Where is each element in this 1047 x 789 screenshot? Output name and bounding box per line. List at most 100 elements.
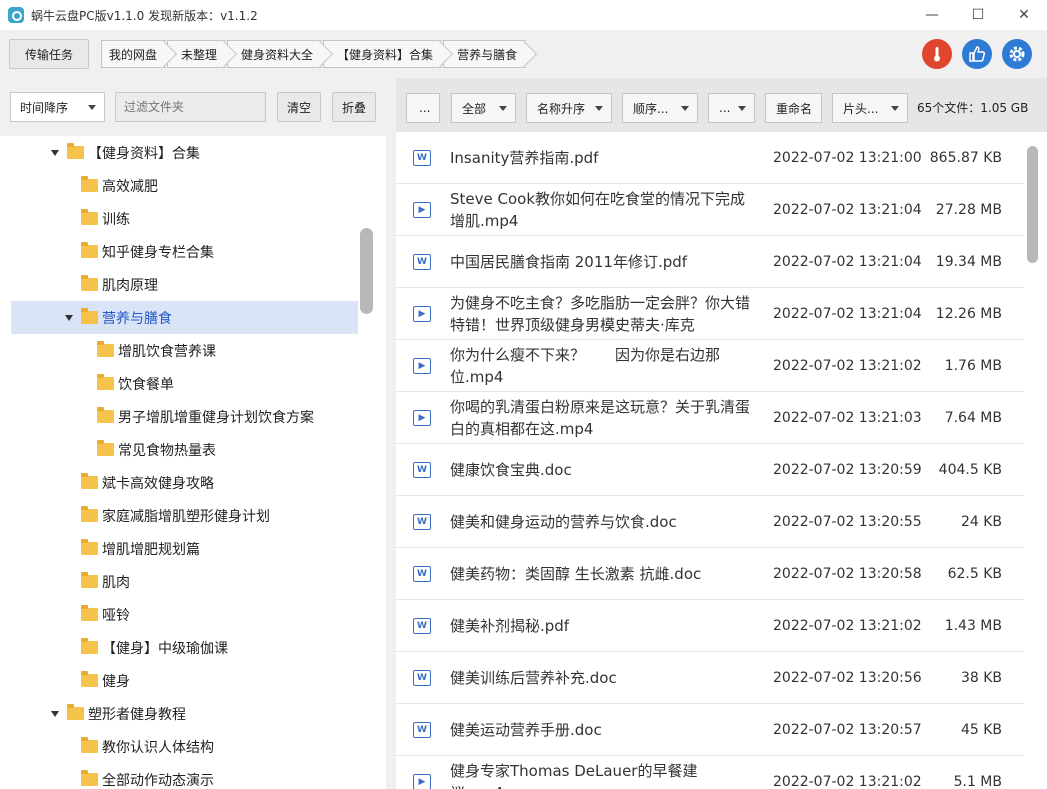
tree-item-label: 营养与膳食	[102, 310, 172, 327]
tree-item-label: 饮食餐单	[118, 376, 174, 393]
file-row[interactable]: ▶ 你喝的乳清蛋白粉原来是这玩意？关于乳清蛋白的真相都在这.mp4 2022-07-…	[396, 392, 1024, 444]
tree-item-label: 塑形者健身教程	[88, 706, 186, 723]
rename-button[interactable]: 重命名	[765, 93, 822, 123]
breadcrumb-item[interactable]: 【健身资料】合集	[323, 40, 443, 68]
more-button[interactable]: ...	[406, 93, 440, 123]
tree-item[interactable]: 训练	[11, 202, 358, 235]
word-icon: W	[413, 514, 431, 530]
file-row[interactable]: W 中国居民膳食指南 2011年修订.pdf 2022-07-02 13:21:04…	[396, 236, 1024, 288]
folder-tools: 时间降序 清空 折叠	[0, 78, 386, 136]
file-row[interactable]: ▶ Steve Cook教你如何在吃食堂的情况下完成增肌.mp4 2022-07-0…	[396, 184, 1024, 236]
tree-item[interactable]: 哑铃	[11, 598, 358, 631]
file-name: 健美药物：类固醇 生长激素 抗雌.doc	[450, 565, 702, 583]
file-name: 健康饮食宝典.doc	[450, 461, 572, 479]
caret-down-icon	[499, 106, 507, 111]
tree-item[interactable]: 增肌饮食营养课	[11, 334, 358, 367]
tree-item[interactable]: 营养与膳食	[11, 301, 358, 334]
file-name: 健美训练后营养补充.doc	[450, 669, 617, 687]
folder-icon	[81, 308, 98, 324]
file-name: 中国居民膳食指南 2011年修订.pdf	[450, 253, 688, 271]
file-type-select[interactable]: 全部	[451, 93, 516, 123]
file-list-scrollbar[interactable]	[1027, 146, 1038, 263]
file-row[interactable]: W 健康饮食宝典.doc 2022-07-02 13:20:59 404.5 KB	[396, 444, 1024, 496]
breadcrumb-item[interactable]: 我的网盘	[101, 40, 167, 68]
file-row[interactable]: W 健美补剂揭秘.pdf 2022-07-02 13:21:02 1.43 MB	[396, 600, 1024, 652]
file-name: Steve Cook教你如何在吃食堂的情况下完成增肌.mp4	[450, 190, 746, 230]
file-date: 2022-07-02 13:21:04	[773, 254, 922, 270]
folder-sort-select[interactable]: 时间降序	[10, 92, 105, 122]
transfer-tasks-button[interactable]: 传输任务	[9, 39, 89, 69]
file-name: 健美和健身运动的营养与饮食.doc	[450, 513, 677, 531]
file-row[interactable]: W 健美运动营养手册.doc 2022-07-02 13:20:57 45 KB	[396, 704, 1024, 756]
folder-icon	[81, 737, 98, 753]
tree-item[interactable]: 肌肉	[11, 565, 358, 598]
file-row[interactable]: W Insanity营养指南.pdf 2022-07-02 13:21:00 865.…	[396, 132, 1024, 184]
tree-item-label: 常见食物热量表	[118, 442, 216, 459]
file-size: 38 KB	[960, 670, 1002, 686]
window-title: 蜗牛云盘PC版v1.1.0 发现新版本：v1.1.2	[31, 8, 258, 23]
file-date: 2022-07-02 13:20:56	[773, 670, 922, 686]
file-size: 12.26 MB	[935, 306, 1002, 322]
folder-icon	[81, 572, 98, 588]
tree-item[interactable]: 斌卡高效健身攻略	[11, 466, 358, 499]
tree-item[interactable]: 男子增肌增重健身计划饮食方案	[11, 400, 358, 433]
breadcrumb-item[interactable]: 健身资料大全	[227, 40, 323, 68]
tree-item[interactable]: 高效减肥	[11, 169, 358, 202]
tree-item[interactable]: 教你认识人体结构	[11, 730, 358, 763]
tree-item-label: 全部动作动态演示	[102, 772, 214, 789]
file-name: 健美运动营养手册.doc	[450, 721, 602, 739]
folder-icon	[67, 143, 84, 159]
word-icon: W	[413, 670, 431, 686]
tree-item[interactable]: 塑形者健身教程	[11, 697, 358, 730]
file-row[interactable]: ▶ 健身专家Thomas DeLauer的早餐建议.mp4 2022-07-02 1…	[396, 756, 1024, 789]
tree-item-label: 男子增肌增重健身计划饮食方案	[118, 409, 314, 426]
file-sort-select[interactable]: 名称升序	[526, 93, 612, 123]
minimize-button[interactable]: —	[909, 0, 955, 30]
folder-filter-input[interactable]	[115, 92, 266, 122]
file-size: 45 KB	[960, 722, 1002, 738]
gear-icon[interactable]	[1002, 39, 1032, 69]
tree-item[interactable]: 健身	[11, 664, 358, 697]
folder-icon	[81, 275, 98, 291]
tree-item[interactable]: 饮食餐单	[11, 367, 358, 400]
video-icon: ▶	[413, 410, 431, 426]
close-button[interactable]: ✕	[1001, 0, 1047, 30]
tree-item-label: 肌肉	[102, 574, 130, 591]
thermometer-icon[interactable]	[922, 39, 952, 69]
file-size: 865.87 KB	[929, 150, 1002, 166]
order-select[interactable]: 顺序...	[622, 93, 698, 123]
extra-select[interactable]: ...	[708, 93, 755, 123]
tree-item[interactable]: 增肌增肥规划篇	[11, 532, 358, 565]
tree-item[interactable]: 常见食物热量表	[11, 433, 358, 466]
folder-icon	[81, 539, 98, 555]
tree-item[interactable]: 肌肉原理	[11, 268, 358, 301]
maximize-button[interactable]: ☐	[955, 0, 1001, 30]
expand-arrow-icon[interactable]	[65, 314, 73, 321]
file-row[interactable]: W 健美药物：类固醇 生长激素 抗雌.doc 2022-07-02 13:20:58…	[396, 548, 1024, 600]
file-date: 2022-07-02 13:21:00	[773, 150, 922, 166]
file-row[interactable]: W 健美和健身运动的营养与饮食.doc 2022-07-02 13:20:55 24 …	[396, 496, 1024, 548]
tree-item[interactable]: 【健身】中级瑜伽课	[11, 631, 358, 664]
expand-arrow-icon[interactable]	[51, 149, 59, 156]
caret-down-icon	[891, 106, 899, 111]
file-row[interactable]: ▶ 为健身不吃主食？多吃脂肪一定会胖？你大错特错！世界顶级健身男模史蒂夫·库克 20…	[396, 288, 1024, 340]
segment-select[interactable]: 片头...	[832, 93, 908, 123]
tree-item[interactable]: 家庭减脂增肌塑形健身计划	[11, 499, 358, 532]
tree-item-label: 高效减肥	[102, 178, 158, 195]
word-icon: W	[413, 722, 431, 738]
tree-scrollbar[interactable]	[360, 228, 373, 314]
video-icon: ▶	[413, 202, 431, 218]
file-row[interactable]: W 健美训练后营养补充.doc 2022-07-02 13:20:56 38 KB	[396, 652, 1024, 704]
folder-tree: 全部动作动态演示 教你认识人体结构 塑形者健身教程 健身 【健身】中级瑜伽课 哑铃 肌肉 增肌…	[0, 136, 386, 789]
tree-item[interactable]: 全部动作动态演示	[11, 763, 358, 789]
file-row[interactable]: ▶ 你为什么瘦不下来？ 因为你是右边那位.mp4 2022-07-02 13:21:…	[396, 340, 1024, 392]
tree-item[interactable]: 【健身资料】合集	[11, 136, 358, 169]
expand-arrow-icon[interactable]	[51, 710, 59, 717]
clear-button[interactable]: 清空	[277, 92, 321, 122]
caret-down-icon	[88, 105, 96, 110]
file-panel: ... 全部 名称升序 顺序... ... 重命名 片头... 65个文件：1.…	[396, 78, 1047, 789]
tree-item[interactable]: 知乎健身专栏合集	[11, 235, 358, 268]
thumbs-up-icon[interactable]	[962, 39, 992, 69]
fold-button[interactable]: 折叠	[332, 92, 376, 122]
breadcrumb-item[interactable]: 营养与膳食	[443, 40, 527, 68]
